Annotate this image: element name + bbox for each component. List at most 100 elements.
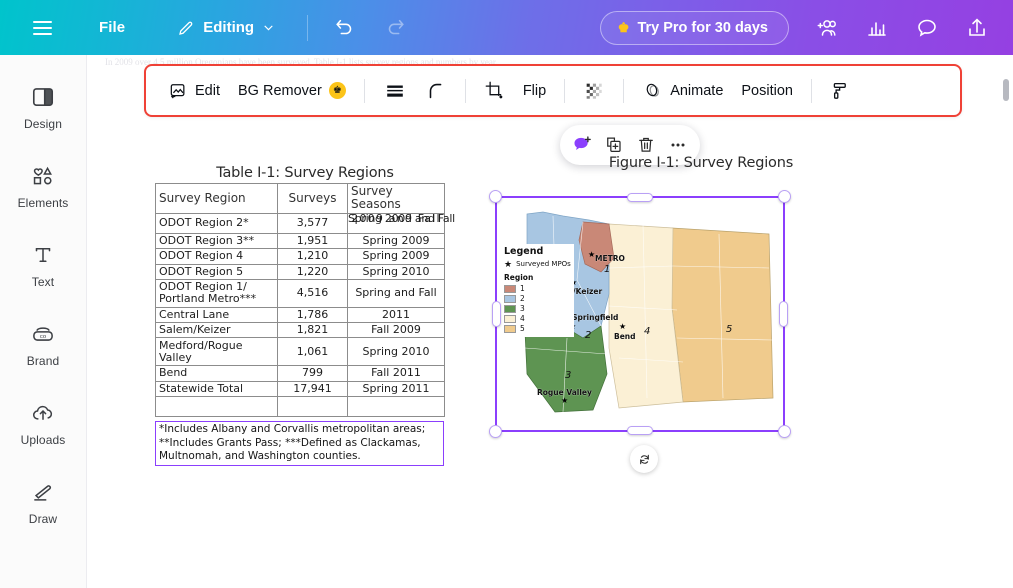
edit-image-button[interactable]: Edit: [159, 73, 229, 109]
resize-handle-right[interactable]: [779, 301, 788, 327]
table-row[interactable]: Bend 799 Fall 2011: [156, 366, 445, 381]
line-style-button[interactable]: [374, 73, 416, 109]
cell-season: [348, 397, 445, 417]
cell-surveys: 4,516: [278, 279, 348, 307]
resize-handle-top-right[interactable]: [778, 190, 791, 203]
cell-region: [156, 397, 278, 417]
rotate-handle-icon[interactable]: [630, 445, 658, 473]
survey-regions-table[interactable]: Survey Region Surveys Survey Seasons ODO…: [155, 183, 445, 417]
table-row[interactable]: Central Lane 1,786 2011: [156, 307, 445, 322]
sidebar-item-design[interactable]: Design: [7, 77, 79, 137]
sidebar-item-draw[interactable]: Draw: [7, 472, 79, 532]
sidebar-item-label: Design: [24, 117, 62, 131]
table-footnote-selected[interactable]: *Includes Albany and Corvallis metropoli…: [155, 421, 444, 466]
sidebar-item-text[interactable]: Text: [7, 235, 79, 295]
cell-season: Fall 2011: [348, 366, 445, 381]
resize-handle-left[interactable]: [492, 301, 501, 327]
undo-icon: [334, 17, 356, 39]
vertical-scrollbar[interactable]: [1003, 79, 1009, 101]
toolbar-divider: [811, 79, 812, 103]
table-row[interactable]: [156, 397, 445, 417]
cell-region: ODOT Region 3**: [156, 233, 278, 248]
resize-handle-bottom[interactable]: [627, 426, 653, 435]
legend-number: 4: [520, 314, 525, 323]
map-image-selection[interactable]: Legend ★ Surveyed MPOs Region 1 2 3: [495, 196, 785, 432]
bg-remover-label: BG Remover: [238, 83, 322, 99]
try-pro-button[interactable]: ♚ Try Pro for 30 days: [600, 11, 789, 45]
cell-surveys: 1,786: [278, 307, 348, 322]
map-legend: Legend ★ Surveyed MPOs Region 1 2 3: [501, 244, 574, 337]
cell-season: 2011: [348, 307, 445, 322]
sidebar-item-brand[interactable]: co Brand: [7, 314, 79, 374]
cell-region: Medford/Rogue Valley: [156, 338, 278, 366]
cell-region: ODOT Region 4: [156, 249, 278, 264]
draw-pencil-icon: [30, 479, 56, 505]
table-row[interactable]: Medford/Rogue Valley 1,061 Spring 2010: [156, 338, 445, 366]
table-row[interactable]: ODOT Region 5 1,220 Spring 2010: [156, 264, 445, 279]
flip-label: Flip: [523, 83, 546, 99]
map-region-number-5: 5: [726, 324, 732, 335]
star-icon: ★: [504, 260, 512, 270]
add-collaborator-icon[interactable]: [807, 8, 847, 48]
table-object[interactable]: Table I-1: Survey Regions Survey Region …: [155, 165, 455, 466]
editing-mode-button[interactable]: Editing: [167, 12, 285, 44]
cell-region: ODOT Region 1/ Portland Metro***: [156, 279, 278, 307]
share-upload-icon[interactable]: [957, 8, 997, 48]
design-canvas[interactable]: In 2009 over 4.5 million Oregonians have…: [87, 55, 1013, 588]
legend-entry: 2: [504, 294, 571, 303]
file-menu-button[interactable]: File: [87, 12, 137, 43]
legend-entry: 5: [504, 324, 571, 333]
comment-bubble-icon[interactable]: [907, 8, 947, 48]
legend-mpo-entry: ★ Surveyed MPOs: [504, 260, 571, 270]
position-button[interactable]: Position: [732, 73, 802, 109]
resize-handle-bottom-right[interactable]: [778, 425, 791, 438]
animate-button[interactable]: Animate: [633, 73, 732, 109]
column-header-region: Survey Region: [156, 184, 278, 214]
paint-roller-icon: [830, 80, 851, 102]
table-row[interactable]: Statewide Total 17,941 Spring 2011: [156, 381, 445, 396]
insights-bar-chart-icon[interactable]: [857, 8, 897, 48]
transparency-button[interactable]: [574, 73, 614, 109]
table-row[interactable]: ODOT Region 2* 3,577 Spring 2009 and Fal…: [156, 213, 445, 233]
crown-icon: ♚: [618, 20, 630, 36]
brand-co-icon: co: [30, 321, 56, 347]
crown-icon: ♚: [329, 82, 346, 99]
legend-number: 5: [520, 324, 525, 333]
undo-button[interactable]: [326, 9, 364, 47]
resize-handle-bottom-left[interactable]: [489, 425, 502, 438]
flip-button[interactable]: Flip: [514, 73, 555, 109]
resize-handle-top-left[interactable]: [489, 190, 502, 203]
sidebar-item-uploads[interactable]: Uploads: [7, 393, 79, 453]
resize-handle-top[interactable]: [627, 193, 653, 202]
table-header-row: Survey Region Surveys Survey Seasons: [156, 184, 445, 214]
cell-region: ODOT Region 5: [156, 264, 278, 279]
table-row[interactable]: ODOT Region 1/ Portland Metro*** 4,516 S…: [156, 279, 445, 307]
bg-remover-button[interactable]: BG Remover ♚: [229, 73, 355, 109]
left-sidebar: Design Elements Text co Brand Uploads: [0, 55, 87, 588]
legend-number: 1: [520, 284, 525, 293]
map-region-number-3: 3: [565, 370, 571, 381]
map-label-bend: Bend: [614, 332, 636, 341]
sidebar-item-elements[interactable]: Elements: [7, 156, 79, 216]
cell-season: Spring 2010: [348, 338, 445, 366]
legend-region-label: Region: [504, 273, 571, 282]
toolbar-divider: [623, 79, 624, 103]
toolbar-divider: [364, 79, 365, 103]
hamburger-menu-icon[interactable]: [24, 10, 60, 46]
legend-swatch: [504, 285, 516, 293]
table-row[interactable]: Salem/Keizer 1,821 Fall 2009: [156, 323, 445, 338]
position-label: Position: [741, 83, 793, 99]
toolbar-divider: [465, 79, 466, 103]
table-row[interactable]: ODOT Region 3** 1,951 Spring 2009: [156, 233, 445, 248]
map-region-number-4: 4: [644, 326, 650, 337]
legend-number: 2: [520, 294, 525, 303]
legend-entry: 4: [504, 314, 571, 323]
redo-button[interactable]: [376, 9, 414, 47]
paint-roller-button[interactable]: [821, 73, 860, 109]
crop-button[interactable]: [475, 73, 514, 109]
cell-season: Fall 2009: [348, 323, 445, 338]
legend-title: Legend: [504, 246, 571, 257]
corner-radius-button[interactable]: [416, 73, 456, 109]
table-row[interactable]: ODOT Region 4 1,210 Spring 2009: [156, 249, 445, 264]
cell-season: Spring 2011: [348, 381, 445, 396]
